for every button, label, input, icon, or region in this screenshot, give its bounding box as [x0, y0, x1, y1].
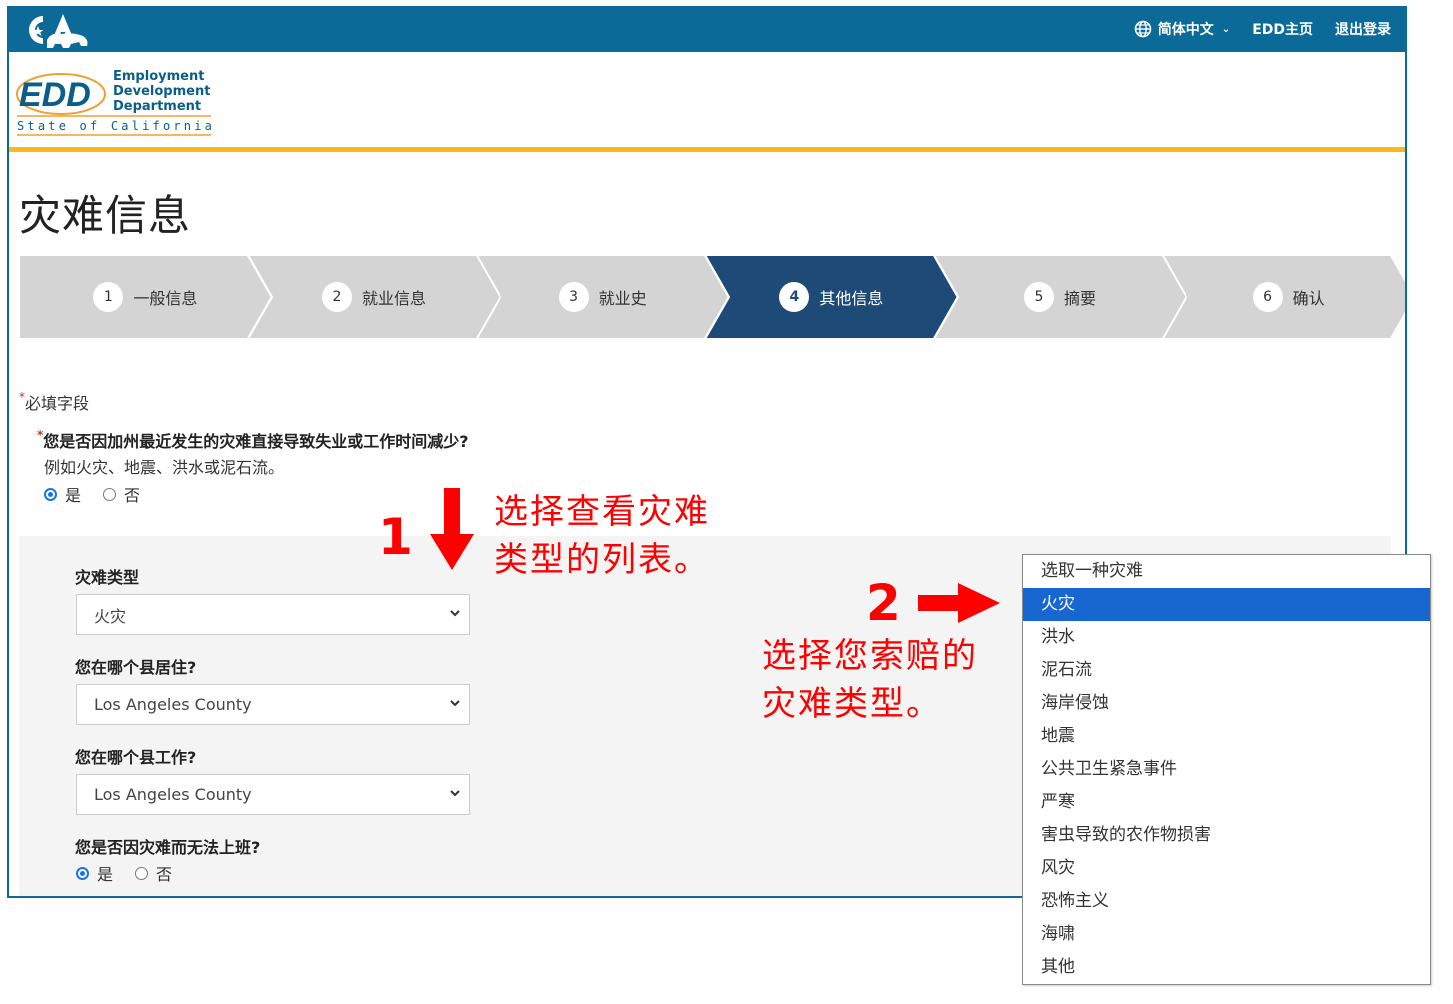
required-note-text: 必填字段 [25, 394, 90, 413]
county-live-value: Los Angeles County [94, 695, 252, 714]
chevron-down-icon [450, 610, 460, 617]
step-4[interactable]: 4 其他信息 [705, 255, 958, 339]
annotation-step-1-text: 选择查看灾难 类型的列表。 [494, 488, 710, 584]
step-content: 2 就业信息 [321, 282, 426, 312]
globe-icon [1134, 20, 1152, 38]
edd-logo[interactable]: EDD Employment Development Department St… [15, 66, 215, 138]
annotation-step-1-number: 1 [378, 508, 413, 566]
dropdown-option[interactable]: 害虫导致的农作物损害 [1023, 819, 1430, 852]
step-number: 6 [1252, 282, 1283, 312]
step-content: 1 一般信息 [93, 282, 197, 312]
county-live-label: 您在哪个县居住? [75, 658, 197, 677]
disaster-question-radios: 是 否 [44, 482, 162, 506]
annotation-step-1-line1: 选择查看灾难 [494, 492, 710, 532]
svg-text:Department: Department [113, 99, 201, 114]
disaster-question-text: 您是否因加州最近发生的灾难直接导致失业或工作时间减少? [43, 432, 469, 451]
county-live-select[interactable]: Los Angeles County [76, 684, 470, 725]
page-title: 灾难信息 [19, 191, 192, 240]
step-number: 2 [321, 282, 352, 312]
radio-checked-icon[interactable] [44, 487, 57, 501]
arrow-down-icon [430, 488, 474, 570]
step-number: 1 [93, 282, 124, 312]
annotation-step-2-text: 选择您索赔的 灾难类型。 [762, 632, 978, 728]
radio-yes-label: 是 [65, 486, 82, 505]
step-2[interactable]: 2 就业信息 [247, 255, 501, 339]
step-content: 3 就业史 [558, 282, 647, 312]
dropdown-option[interactable]: 恐怖主义 [1023, 885, 1430, 918]
dropdown-option[interactable]: 火灾 [1023, 588, 1430, 621]
arrow-right-icon [918, 583, 1000, 623]
dropdown-option[interactable]: 海岸侵蚀 [1023, 687, 1430, 720]
annotation-step-2-line2: 灾难类型。 [762, 684, 942, 724]
step-3[interactable]: 3 就业史 [476, 255, 729, 339]
logo-area: EDD Employment Development Department St… [9, 52, 1405, 148]
unable-work-radios: 是 否 [76, 861, 194, 885]
step-label: 确认 [1292, 289, 1325, 308]
disaster-type-dropdown-list[interactable]: 选取一种灾难 火灾 洪水 泥石流 海岸侵蚀 地震 公共卫生紧急事件 严寒 害虫导致的农作物损害风… [1022, 554, 1431, 985]
county-work-label: 您在哪个县工作? [75, 748, 197, 767]
dropdown-option[interactable]: 其他 [1023, 951, 1430, 984]
dropdown-option[interactable]: 洪水 [1023, 621, 1430, 654]
county-work-select[interactable]: Los Angeles County [76, 774, 470, 815]
dropdown-option[interactable]: 公共卫生紧急事件 [1023, 753, 1430, 786]
step-number: 5 [1023, 282, 1054, 312]
logout-link[interactable]: 退出登录 [1335, 19, 1391, 39]
accent-bar [9, 147, 1405, 152]
dropdown-option[interactable]: 地震 [1023, 720, 1430, 753]
radio-no[interactable]: 否 [103, 482, 140, 506]
dropdown-option[interactable]: 泥石流 [1023, 654, 1430, 687]
radio-checked-icon[interactable] [76, 866, 89, 880]
step-content: 4 其他信息 [779, 282, 883, 312]
chevron-down-icon: ⌄ [1221, 23, 1231, 35]
annotation-step-1-line2: 类型的列表。 [494, 540, 710, 580]
progress-stepper: 1 一般信息 2 就业信息 3 就业史 4 其他信息 5 摘要 6 确认 [19, 255, 1405, 339]
radio-no-label: 否 [156, 865, 173, 884]
radio-yes-label: 是 [97, 865, 114, 884]
top-bar: 简体中文 ⌄ EDD主页 退出登录 [9, 6, 1405, 52]
language-label: 简体中文 [1157, 22, 1214, 38]
disaster-type-value: 火灾 [94, 606, 127, 626]
radio-unchecked-icon[interactable] [135, 866, 149, 880]
annotation-step-2-line1: 选择您索赔的 [762, 636, 978, 676]
county-work-value: Los Angeles County [94, 785, 252, 804]
ca-state-logo[interactable] [21, 10, 93, 50]
disaster-type-label: 灾难类型 [75, 568, 140, 587]
radio-no-label: 否 [124, 486, 141, 505]
annotation-step-2-number: 2 [866, 574, 901, 632]
chevron-down-icon [450, 700, 460, 707]
radio-no[interactable]: 否 [135, 861, 172, 885]
step-label: 就业信息 [361, 289, 426, 308]
step-content: 5 摘要 [1023, 282, 1096, 312]
disaster-type-select[interactable]: 火灾 [76, 594, 470, 635]
required-fields-note: *必填字段 [19, 390, 89, 414]
dropdown-option[interactable]: 严寒 [1023, 786, 1430, 819]
unable-work-label: 您是否因灾难而无法上班? [75, 838, 261, 857]
disaster-question-label: *您是否因加州最近发生的灾难直接导致失业或工作时间减少? [37, 428, 469, 452]
radio-yes[interactable]: 是 [44, 482, 81, 506]
dropdown-option[interactable]: 海啸 [1023, 918, 1430, 951]
edd-home-link[interactable]: EDD主页 [1252, 19, 1313, 39]
step-1[interactable]: 1 一般信息 [19, 255, 272, 339]
svg-text:EDD: EDD [19, 76, 91, 114]
step-label: 一般信息 [133, 289, 198, 308]
disaster-question-hint: 例如火灾、地震、洪水或泥石流。 [44, 458, 285, 477]
step-number: 3 [558, 282, 589, 312]
radio-unchecked-icon[interactable] [103, 487, 117, 501]
svg-text:Employment: Employment [113, 69, 204, 84]
chevron-down-icon [450, 790, 460, 797]
svg-text:State of California: State of California [17, 119, 215, 133]
step-6[interactable]: 6 确认 [1162, 255, 1405, 339]
step-number: 4 [779, 282, 810, 312]
step-label: 摘要 [1063, 289, 1096, 308]
dropdown-option[interactable]: 风灾 [1023, 852, 1430, 885]
step-label: 就业史 [598, 289, 647, 308]
language-selector[interactable]: 简体中文 ⌄ [1134, 19, 1230, 39]
step-5[interactable]: 5 摘要 [933, 255, 1187, 339]
svg-text:Development: Development [113, 84, 210, 99]
dropdown-option[interactable]: 选取一种灾难 [1023, 555, 1430, 588]
step-content: 6 确认 [1252, 282, 1325, 312]
radio-yes[interactable]: 是 [76, 861, 113, 885]
step-label: 其他信息 [819, 289, 884, 308]
